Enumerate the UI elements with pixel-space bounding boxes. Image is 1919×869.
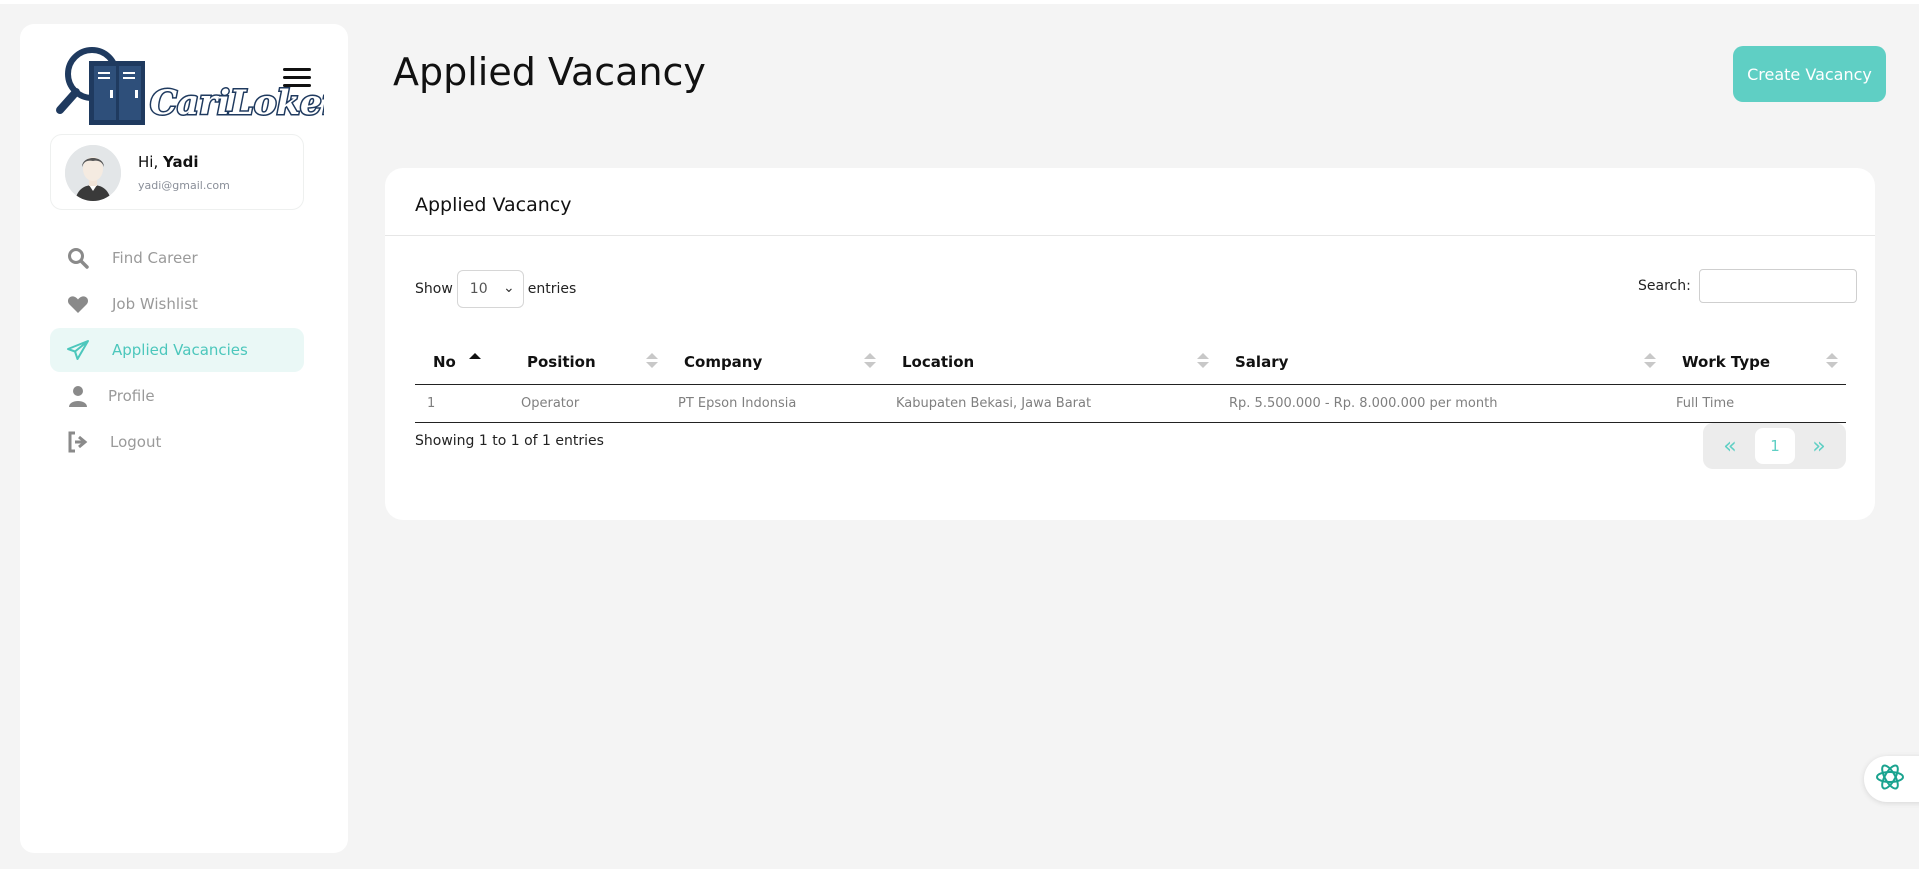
user-email: yadi@gmail.com — [138, 179, 230, 192]
sidebar-item-label: Profile — [108, 387, 155, 405]
column-header-work-type[interactable]: Work Type — [1664, 340, 1846, 385]
column-label: Company — [684, 352, 763, 371]
cell-position: Operator — [509, 384, 666, 423]
sidebar-item-logout[interactable]: Logout — [50, 420, 304, 464]
column-header-salary[interactable]: Salary — [1217, 340, 1664, 385]
sort-asc-icon — [469, 353, 481, 371]
entries-select[interactable]: 10 ⌄ — [456, 270, 524, 308]
column-label: Work Type — [1682, 352, 1771, 371]
sort-icon — [1197, 353, 1209, 371]
sort-icon — [864, 353, 876, 371]
column-label: Position — [527, 352, 596, 371]
sidebar-item-job-wishlist[interactable]: Job Wishlist — [50, 282, 304, 326]
heart-icon — [66, 292, 90, 316]
page-title: Applied Vacancy — [393, 50, 706, 94]
logout-icon — [66, 430, 90, 454]
sort-icon — [646, 353, 658, 371]
entries-value: 10 — [469, 281, 488, 297]
sort-icon — [1644, 353, 1656, 371]
hamburger-menu-icon[interactable] — [283, 68, 311, 90]
column-header-location[interactable]: Location — [884, 340, 1217, 385]
column-header-position[interactable]: Position — [509, 340, 666, 385]
greeting-text: Hi, — [138, 153, 159, 171]
sidebar-item-applied-vacancies[interactable]: Applied Vacancies — [50, 328, 304, 372]
sidebar-item-label: Applied Vacancies — [112, 341, 248, 359]
show-label: Show — [415, 281, 453, 297]
column-label: Salary — [1235, 352, 1289, 371]
sidebar-item-find-career[interactable]: Find Career — [50, 236, 304, 280]
paper-plane-icon — [66, 338, 90, 362]
user-profile-card: Hi, Yadi yadi@gmail.com — [50, 134, 304, 210]
search-label: Search: — [1638, 278, 1691, 294]
column-header-no[interactable]: No — [415, 340, 509, 385]
top-strip — [0, 0, 1919, 4]
next-page-button[interactable]: » — [1804, 431, 1834, 461]
table-search: Search: — [1638, 269, 1857, 303]
applied-vacancy-table: No Position Company Location Salary Work… — [415, 340, 1846, 423]
column-header-company[interactable]: Company — [666, 340, 884, 385]
sort-icon — [1826, 353, 1838, 371]
assistant-widget-button[interactable] — [1864, 756, 1919, 802]
user-name: Yadi — [163, 153, 199, 171]
sidebar-item-label: Job Wishlist — [112, 295, 198, 313]
card-header: Applied Vacancy — [385, 168, 1875, 236]
sidebar-nav: Find Career Job Wishlist Applied Vacanci… — [50, 236, 304, 466]
sidebar: CariLoker Hi, Yadi yadi@gmail.com Find C… — [20, 24, 348, 853]
create-vacancy-button[interactable]: Create Vacancy — [1733, 46, 1886, 102]
user-icon — [66, 384, 90, 408]
pagination: « 1 » — [1703, 423, 1846, 469]
table-info: Showing 1 to 1 of 1 entries — [415, 433, 604, 449]
page-1-button[interactable]: 1 — [1755, 428, 1795, 464]
chevron-down-icon: ⌄ — [503, 280, 515, 296]
sidebar-item-label: Find Career — [112, 249, 198, 267]
greeting: Hi, Yadi — [138, 153, 199, 171]
sidebar-item-label: Logout — [110, 433, 162, 451]
entries-length-control: Show 10 ⌄ entries — [415, 270, 576, 308]
sidebar-item-profile[interactable]: Profile — [50, 374, 304, 418]
cell-company: PT Epson Indonsia — [666, 384, 884, 423]
search-input[interactable] — [1698, 269, 1857, 303]
assistant-sparkle-icon — [1874, 761, 1906, 797]
previous-page-button[interactable]: « — [1715, 431, 1745, 461]
applied-vacancy-card: Applied Vacancy Show 10 ⌄ entries Search… — [385, 168, 1875, 520]
cell-no: 1 — [415, 384, 509, 423]
column-label: Location — [902, 352, 975, 371]
column-label: No — [433, 352, 456, 371]
avatar — [65, 145, 121, 201]
entries-label: entries — [527, 281, 577, 297]
cell-salary: Rp. 5.500.000 - Rp. 8.000.000 per month — [1217, 384, 1664, 423]
table-header-row: No Position Company Location Salary Work… — [415, 340, 1846, 385]
cell-work-type: Full Time — [1664, 384, 1846, 423]
cell-location: Kabupaten Bekasi, Jawa Barat — [884, 384, 1217, 423]
search-icon — [66, 246, 90, 270]
table-row: 1 Operator PT Epson Indonsia Kabupaten B… — [415, 384, 1846, 423]
card-title: Applied Vacancy — [415, 194, 572, 216]
